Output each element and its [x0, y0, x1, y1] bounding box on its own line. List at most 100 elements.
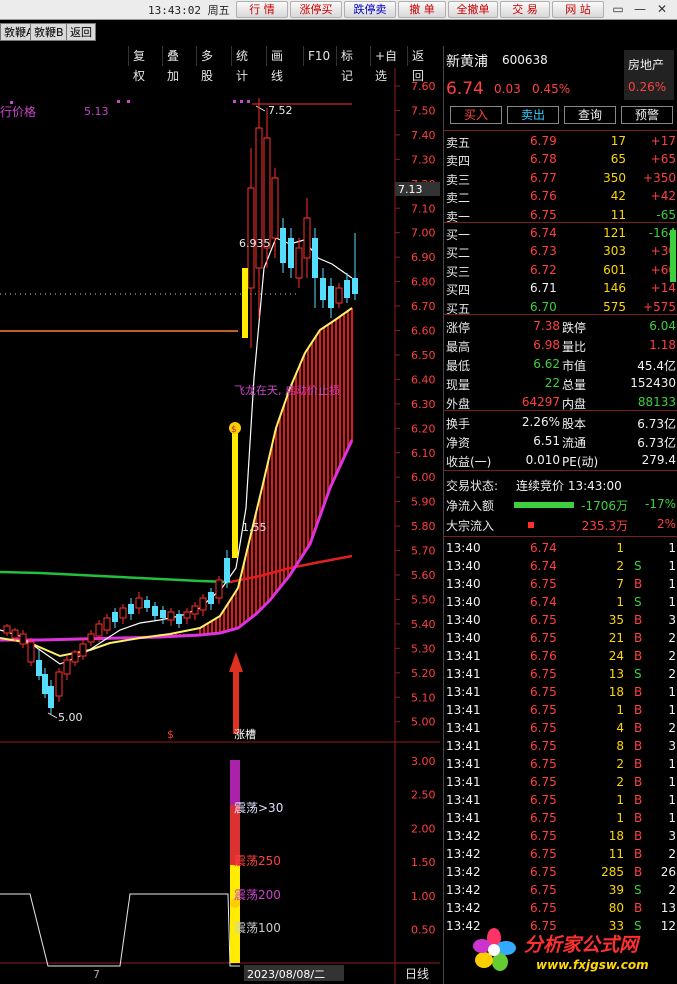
tick-row[interactable]: 13:40 6.75 7 B 1: [444, 576, 677, 594]
tick-row[interactable]: 13:41 6.76 24 B 2: [444, 648, 677, 666]
tick-row[interactable]: 13:40 6.74 2 S 1: [444, 558, 677, 576]
tick-row[interactable]: 13:40 6.75 21 B 2: [444, 630, 677, 648]
indicator-label-250: 震荡250: [234, 854, 281, 868]
tick-row[interactable]: 13:42 6.75 18 B 3: [444, 828, 677, 846]
bids-level-row[interactable]: 买四 6.71 146 +14: [444, 280, 677, 298]
bids-level-label: 买二: [446, 246, 471, 261]
toolbar-f10-button[interactable]: F10: [303, 46, 334, 66]
candle-body: [280, 228, 286, 263]
toolbar-back-button[interactable]: 返回: [407, 46, 428, 83]
candle-body: [36, 660, 42, 676]
candle-body: [263, 137, 271, 249]
tick-row[interactable]: 13:41 6.75 1 B 1: [444, 702, 677, 720]
tick-row[interactable]: 13:41 6.75 8 B 3: [444, 738, 677, 756]
minimize-icon[interactable]: —: [630, 1, 650, 18]
sell-button[interactable]: 卖出: [507, 106, 559, 124]
tick-volume: 35: [608, 613, 624, 627]
candle-body: [128, 604, 134, 614]
tick-time: 13:42: [446, 847, 481, 861]
tick-row[interactable]: 13:41 6.75 13 S 2: [444, 666, 677, 684]
toolbar-add-watch-button[interactable]: +自选: [370, 46, 401, 83]
tick-time: 13:41: [446, 775, 481, 789]
tick-count: 1: [668, 775, 676, 789]
s-marker: $: [167, 728, 174, 741]
toolbar-mark-button[interactable]: 标记: [336, 46, 357, 83]
price-tick-label: 5.20: [411, 667, 436, 680]
bids-level-price: 6.74: [530, 226, 557, 240]
nav-trade-button[interactable]: 交 易: [500, 1, 550, 18]
bids-level-row[interactable]: 买三 6.72 601 +60: [444, 262, 677, 280]
stat-value: 1.18: [649, 338, 676, 352]
candle-body: [176, 614, 182, 624]
tick-row[interactable]: 13:41 6.75 2 B 1: [444, 756, 677, 774]
tick-row[interactable]: 13:42 6.75 80 B 13: [444, 900, 677, 918]
nav-limit-up-buy-button[interactable]: 涨停买: [290, 1, 342, 18]
tick-row[interactable]: 13:41 6.75 1 B 1: [444, 810, 677, 828]
tick-row[interactable]: 13:40 6.74 1 1: [444, 540, 677, 558]
bids-level-volume: 146: [603, 281, 626, 296]
price-tick-label: 5.60: [411, 569, 436, 582]
block-inflow-bar: [528, 522, 534, 528]
price-change: 0.03: [494, 82, 521, 96]
tick-time: 13:41: [446, 685, 481, 699]
nav-website-button[interactable]: 网 站: [552, 1, 604, 18]
nav-cancel-all-button[interactable]: 全撤单: [448, 1, 498, 18]
toolbar-draw-button[interactable]: 画线: [266, 46, 287, 83]
indicator-label-30: 震荡>30: [234, 801, 283, 815]
asks-level-label: 卖二: [446, 191, 471, 206]
toolbar-adjust-button[interactable]: 复权: [128, 46, 149, 83]
indicator-line: [0, 893, 240, 967]
toolbar-stats-button[interactable]: 统计: [231, 46, 252, 83]
buy-button[interactable]: 买入: [450, 106, 502, 124]
kline-chart-area[interactable]: 7.607.507.407.307.207.107.006.906.806.70…: [0, 68, 441, 984]
quote-panel: 新黄浦 600638 房地产 0.26% 6.74 0.03 0.45% 买入 …: [443, 46, 677, 984]
asks-level-price: 6.76: [530, 189, 557, 204]
fund-row: 净资 6.51 流通 6.73亿: [444, 433, 677, 451]
toolbar-multi-button[interactable]: 多股: [196, 46, 217, 83]
label-6935: 6.935: [239, 237, 271, 250]
asks-level-row[interactable]: 卖五 6.79 17 +17: [444, 133, 677, 151]
tick-row[interactable]: 13:42 6.75 11 B 2: [444, 846, 677, 864]
indicator-tick-label: 0.50: [411, 924, 436, 937]
asks-level-row[interactable]: 卖四 6.78 65 +65: [444, 151, 677, 169]
date-text: 2023/08/08/二: [247, 968, 325, 981]
tick-price: 6.76: [530, 649, 557, 663]
tab-back[interactable]: 返回: [66, 23, 96, 41]
candle-body: [144, 600, 150, 608]
toolbar-overlay-button[interactable]: 叠加: [162, 46, 183, 83]
tab-formula-b[interactable]: 敦鞭B: [30, 23, 68, 41]
tick-row[interactable]: 13:41 6.75 4 B 2: [444, 720, 677, 738]
asks-level-volume: 65: [610, 152, 626, 167]
query-button[interactable]: 查询: [564, 106, 616, 124]
alert-button[interactable]: 预警: [621, 106, 673, 124]
restore-icon[interactable]: ▭: [608, 1, 628, 18]
fund-label: 股本: [562, 417, 587, 431]
candle-body: [103, 617, 111, 631]
fund-label: 收益(一): [446, 455, 492, 469]
bids-level-row[interactable]: 买二 6.73 303 +30: [444, 243, 677, 261]
stats-row: 现量 22 总量 152430: [444, 375, 677, 393]
close-icon[interactable]: ✕: [652, 1, 672, 18]
tick-time: 13:40: [446, 613, 481, 627]
nav-limit-down-sell-button[interactable]: 跌停卖: [344, 1, 396, 18]
tick-volume: 24: [608, 649, 624, 663]
tick-row[interactable]: 13:42 6.75 285 B 26: [444, 864, 677, 882]
tick-row[interactable]: 13:40 6.74 1 S 1: [444, 594, 677, 612]
tick-row[interactable]: 13:40 6.75 35 B 3: [444, 612, 677, 630]
tick-row[interactable]: 13:41 6.75 1 B 1: [444, 792, 677, 810]
tick-row[interactable]: 13:41 6.75 2 B 1: [444, 774, 677, 792]
nav-cancel-button[interactable]: 撤 单: [398, 1, 446, 18]
tick-time: 13:40: [446, 577, 481, 591]
bids-level-row[interactable]: 买一 6.74 121 -164: [444, 225, 677, 243]
watermark-url: www.fxjgsw.com: [536, 958, 649, 972]
nav-quote-button[interactable]: 行 情: [236, 1, 288, 18]
stat-value: 64297: [521, 395, 560, 409]
tick-volume: 1: [616, 811, 624, 825]
period-label[interactable]: 日线: [405, 967, 429, 981]
asks-level-row[interactable]: 卖三 6.77 350 +350: [444, 170, 677, 188]
tick-row[interactable]: 13:41 6.75 18 B 1: [444, 684, 677, 702]
tick-volume: 1: [616, 595, 624, 609]
tick-row[interactable]: 13:42 6.75 39 S 2: [444, 882, 677, 900]
asks-level-row[interactable]: 卖二 6.76 42 +42: [444, 188, 677, 206]
candle-body: [303, 217, 311, 259]
